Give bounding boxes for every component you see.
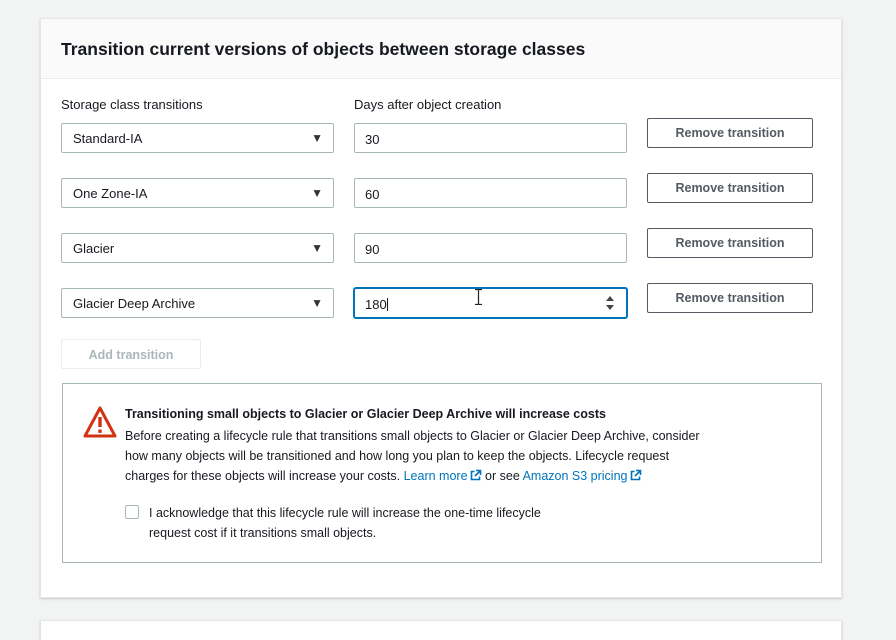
alert-text-line: how many objects will be transitioned an… [125, 449, 670, 463]
alert-body: Before creating a lifecycle rule that tr… [125, 426, 795, 486]
ack-text-line: I acknowledge that this lifecycle rule w… [149, 506, 541, 520]
acknowledge-label[interactable]: I acknowledge that this lifecycle rule w… [149, 503, 629, 543]
next-panel [40, 620, 842, 640]
storage-class-select-1[interactable]: Standard-IA ▼ [61, 123, 334, 153]
days-column-label: Days after object creation [354, 97, 502, 112]
panel-title: Transition current versions of objects b… [61, 39, 586, 59]
ack-text-line: request cost if it transitions small obj… [149, 526, 377, 540]
days-input-4[interactable]: 180 [354, 288, 627, 318]
storage-class-column-label: Storage class transitions [61, 97, 203, 112]
days-value: 30 [365, 132, 380, 147]
remove-transition-button-3[interactable]: Remove transition [647, 228, 813, 258]
days-value: 60 [365, 187, 380, 202]
days-value: 180 [365, 297, 387, 312]
storage-class-select-3[interactable]: Glacier ▼ [61, 233, 334, 263]
i-beam-cursor-icon [475, 289, 482, 305]
s3-pricing-link[interactable]: Amazon S3 pricing [523, 469, 642, 483]
days-input-1[interactable]: 30 [354, 123, 627, 153]
caret-down-icon: ▼ [311, 186, 323, 200]
storage-class-select-2[interactable]: One Zone-IA ▼ [61, 178, 334, 208]
warning-triangle-icon [83, 406, 117, 438]
storage-class-select-4[interactable]: Glacier Deep Archive ▼ [61, 288, 334, 318]
learn-more-label: Learn more [403, 469, 468, 483]
remove-transition-button-1[interactable]: Remove transition [647, 118, 813, 148]
cost-warning-alert: Transitioning small objects to Glacier o… [62, 383, 822, 563]
panel-header: Transition current versions of objects b… [41, 19, 841, 79]
caret-down-icon: ▼ [311, 296, 323, 310]
alert-title: Transitioning small objects to Glacier o… [125, 407, 606, 421]
text-caret [386, 298, 388, 311]
days-value: 90 [365, 242, 380, 257]
alert-text: charges for these objects will increase … [125, 469, 401, 483]
external-link-icon [630, 469, 641, 481]
caret-down-icon: ▼ [311, 131, 323, 145]
alert-text-line: Before creating a lifecycle rule that tr… [125, 429, 700, 443]
days-input-2[interactable]: 60 [354, 178, 627, 208]
storage-class-value: One Zone-IA [73, 186, 148, 201]
number-spinner-icon[interactable] [606, 296, 614, 310]
learn-more-link[interactable]: Learn more [404, 469, 482, 483]
add-transition-button[interactable]: Add transition [61, 339, 201, 369]
or-see-text: or see [485, 469, 520, 483]
days-input-3[interactable]: 90 [354, 233, 627, 263]
storage-class-value: Standard-IA [73, 131, 143, 146]
storage-class-value: Glacier Deep Archive [73, 296, 196, 311]
transition-panel: Transition current versions of objects b… [40, 18, 842, 598]
acknowledge-checkbox[interactable] [125, 505, 139, 519]
remove-transition-button-2[interactable]: Remove transition [647, 173, 813, 203]
alert-text-line: charges for these objects will increase … [125, 466, 795, 486]
storage-class-value: Glacier [73, 241, 115, 256]
external-link-icon [470, 469, 481, 481]
caret-down-icon: ▼ [311, 241, 323, 255]
s3-pricing-label: Amazon S3 pricing [522, 469, 628, 483]
remove-transition-button-4[interactable]: Remove transition [647, 283, 813, 313]
